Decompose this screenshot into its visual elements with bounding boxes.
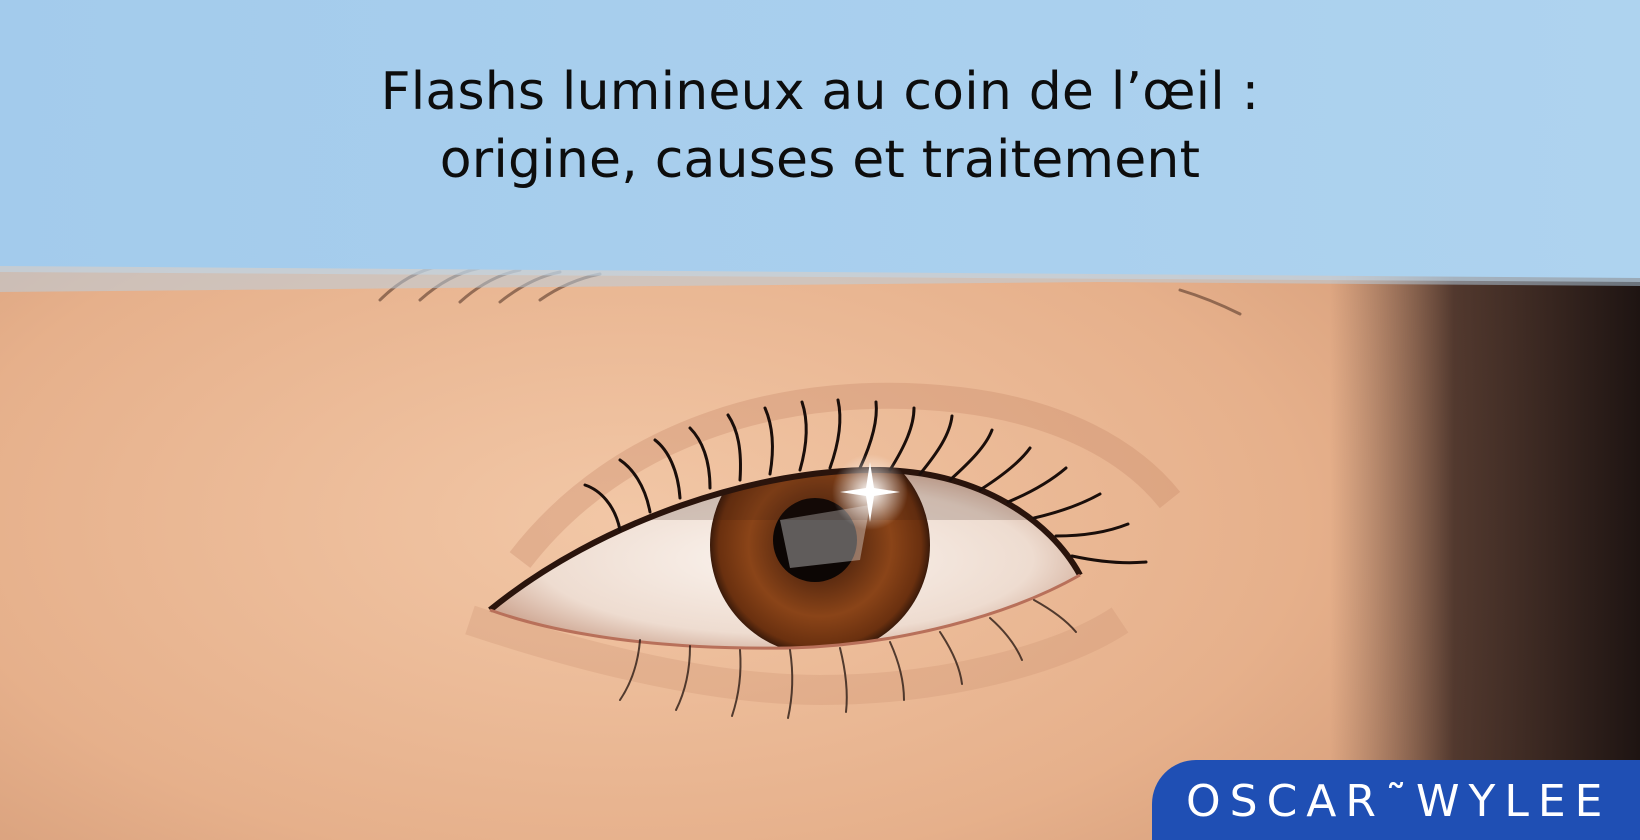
banner-canvas: Flashs lumineux au coin de l’œil : origi… xyxy=(0,0,1640,840)
brand-logo[interactable]: OSCAR˜WYLEE xyxy=(1186,774,1611,830)
title-line-1: Flashs lumineux au coin de l’œil : xyxy=(380,62,1260,122)
page-title: Flashs lumineux au coin de l’œil : origi… xyxy=(0,58,1640,194)
title-line-2: origine, causes et traitement xyxy=(439,130,1201,190)
